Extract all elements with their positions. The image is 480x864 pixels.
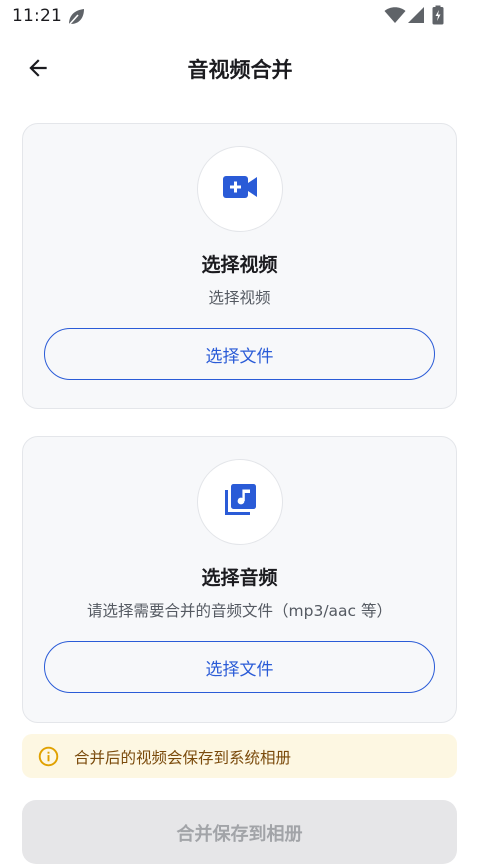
select-video-file-button[interactable]: 选择文件 (44, 328, 435, 380)
status-bar: 11:21 (0, 0, 480, 34)
audio-select-card: 选择音频 请选择需要合并的音频文件（mp3/aac 等） 选择文件 (22, 436, 457, 723)
battery-charging-icon (432, 5, 444, 29)
video-card-title: 选择视频 (201, 254, 278, 276)
music-library-icon (222, 482, 258, 522)
video-icon-badge (196, 146, 283, 232)
cell-signal-icon (407, 6, 425, 28)
info-banner: 合并后的视频会保存到系统相册 (22, 734, 457, 778)
app-bar: 音视频合并 (0, 40, 480, 100)
page-title: 音视频合并 (187, 58, 293, 82)
video-card-subtitle: 选择视频 (208, 289, 271, 307)
wifi-icon (384, 6, 406, 28)
video-add-icon (222, 174, 258, 204)
leaf-icon (66, 7, 86, 31)
video-select-card: 选择视频 选择视频 选择文件 (22, 123, 457, 409)
select-audio-file-button[interactable]: 选择文件 (44, 641, 435, 693)
info-icon (38, 746, 59, 771)
audio-card-subtitle: 请选择需要合并的音频文件（mp3/aac 等） (87, 602, 392, 620)
audio-icon-badge (196, 459, 283, 545)
info-banner-text: 合并后的视频会保存到系统相册 (74, 749, 292, 767)
audio-card-title: 选择音频 (201, 567, 278, 589)
status-time: 11:21 (12, 6, 62, 26)
merge-save-button[interactable]: 合并保存到相册 (22, 800, 457, 864)
